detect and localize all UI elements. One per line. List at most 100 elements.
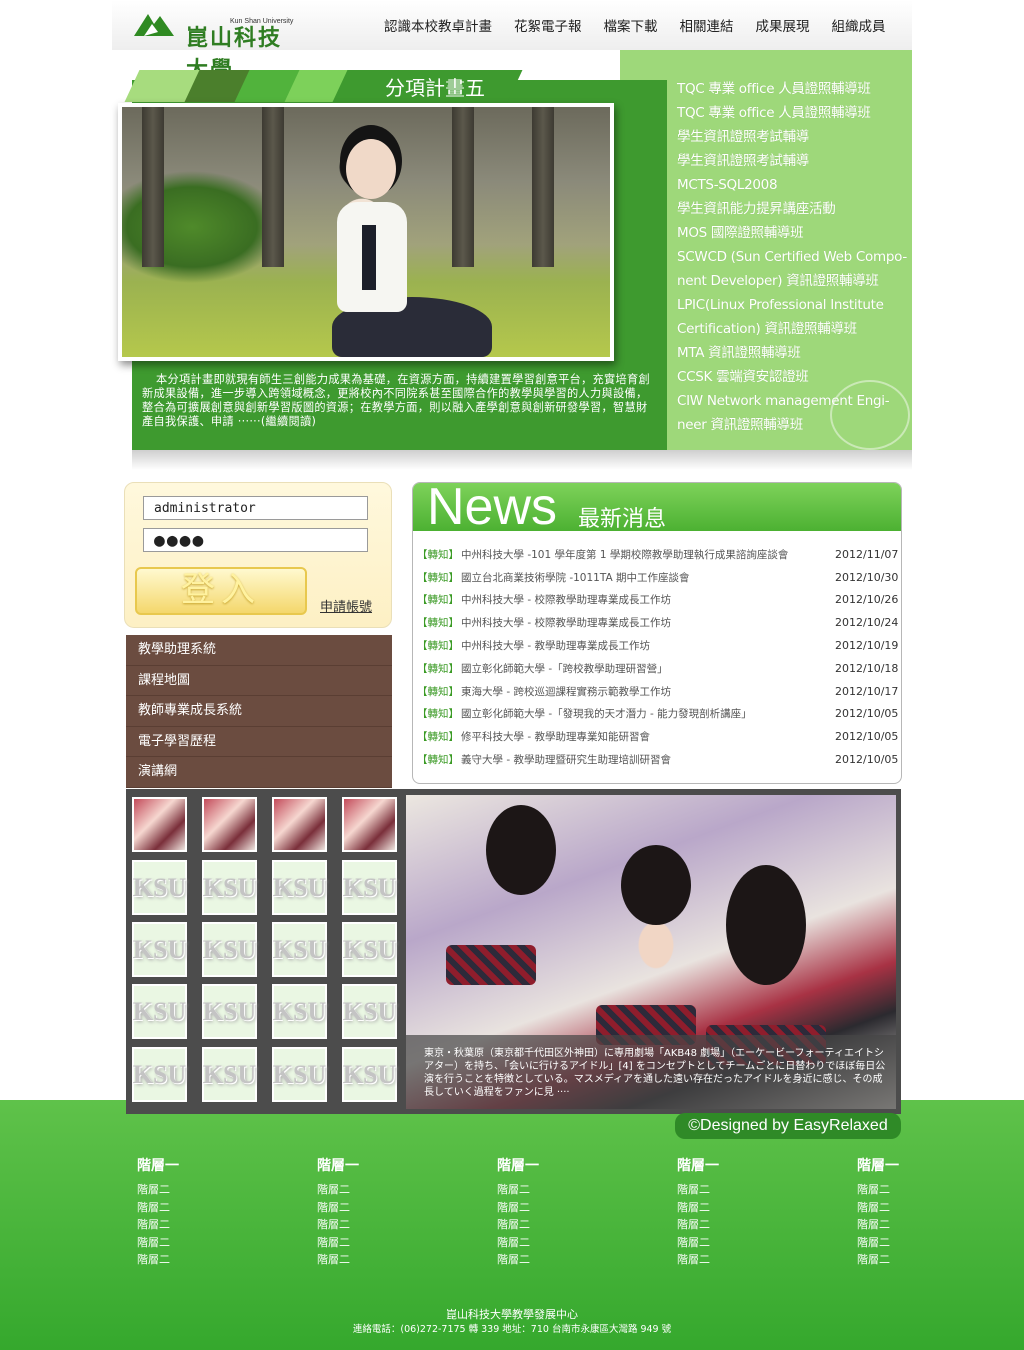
gallery-thumb[interactable]: KSU — [132, 1047, 187, 1102]
gallery-thumb[interactable] — [272, 797, 327, 852]
gallery-thumb[interactable]: KSU — [132, 922, 187, 977]
login-button[interactable]: 登入 — [135, 567, 307, 615]
footer-heading[interactable]: 階層一 — [317, 1155, 497, 1175]
news-title[interactable]: 國立台北商業技術學院 -1011TA 期中工作座談會 — [461, 570, 835, 585]
gallery-thumb[interactable]: KSU — [202, 860, 257, 915]
footer-link[interactable]: 階層二 — [857, 1234, 937, 1252]
footer-link[interactable]: 階層二 — [317, 1251, 497, 1269]
footer-link[interactable]: 階層二 — [497, 1199, 677, 1217]
hero-description[interactable]: 本分項計畫即就現有師生三創能力成果為基礎，在資源方面，持續建置學習創意平台，充實… — [142, 373, 654, 429]
gallery-thumb[interactable]: KSU — [202, 984, 257, 1039]
course-link[interactable]: MCTS-SQL2008 — [677, 173, 909, 197]
nav-item-results[interactable]: 成果展現 — [756, 15, 810, 35]
gallery-thumb[interactable]: KSU — [342, 1047, 397, 1102]
news-item[interactable]: 【轉知】 國立彰化師範大學 -「發現我的天才潛力 - 能力發現剖析講座」 201… — [417, 703, 898, 726]
footer-link[interactable]: 階層二 — [137, 1181, 317, 1199]
footer-link[interactable]: 階層二 — [677, 1181, 857, 1199]
course-link[interactable]: LPIC(Linux Professional Institute — [677, 293, 909, 317]
gallery-thumb[interactable]: KSU — [342, 922, 397, 977]
footer-link[interactable]: 階層二 — [137, 1234, 317, 1252]
news-item[interactable]: 【轉知】 義守大學 - 教學助理暨研究生助理培訓研習會 2012/10/05 — [417, 748, 898, 771]
side-menu-ta-system[interactable]: 教學助理系統 — [126, 635, 392, 666]
news-item[interactable]: 【轉知】 國立台北商業技術學院 -1011TA 期中工作座談會 2012/10/… — [417, 566, 898, 589]
news-title[interactable]: 中州科技大學 - 校際教學助理專業成長工作坊 — [461, 615, 835, 630]
news-title[interactable]: 東海大學 - 跨校巡迴課程實務示範教學工作坊 — [461, 684, 835, 699]
news-title[interactable]: 修平科技大學 - 教學助理專業知能研習會 — [461, 729, 835, 744]
news-title[interactable]: 國立彰化師範大學 -「發現我的天才潛力 - 能力發現剖析講座」 — [461, 706, 835, 721]
gallery-thumb[interactable] — [202, 797, 257, 852]
nav-item-newsletter[interactable]: 花絮電子報 — [514, 15, 582, 35]
gallery-thumb[interactable]: KSU — [132, 860, 187, 915]
news-item[interactable]: 【轉知】 中州科技大學 - 校際教學助理專業成長工作坊 2012/10/26 — [417, 589, 898, 612]
footer-link[interactable]: 階層二 — [317, 1234, 497, 1252]
footer-link[interactable]: 階層二 — [137, 1216, 317, 1234]
side-menu-eportfolio[interactable]: 電子學習歷程 — [126, 726, 392, 757]
footer-heading[interactable]: 階層一 — [857, 1155, 937, 1175]
course-link[interactable]: MTA 資訊證照輔導班 — [677, 341, 909, 365]
course-link[interactable]: 學生資訊證照考試輔導 — [677, 149, 909, 173]
news-item[interactable]: 【轉知】 中州科技大學 - 校際教學助理專業成長工作坊 2012/10/24 — [417, 611, 898, 634]
footer-link[interactable]: 階層二 — [857, 1181, 937, 1199]
news-item[interactable]: 【轉知】 國立彰化師範大學 -「跨校教學助理研習營」 2012/10/18 — [417, 657, 898, 680]
news-title[interactable]: 國立彰化師範大學 -「跨校教學助理研習營」 — [461, 661, 835, 676]
gallery-thumb[interactable]: KSU — [132, 984, 187, 1039]
gallery-thumb[interactable]: KSU — [342, 984, 397, 1039]
footer-link[interactable]: 階層二 — [497, 1251, 677, 1269]
nav-item-links[interactable]: 相關連結 — [680, 15, 734, 35]
gallery-thumb[interactable]: KSU — [272, 984, 327, 1039]
footer-link[interactable]: 階層二 — [497, 1216, 677, 1234]
gallery-thumb[interactable]: KSU — [342, 860, 397, 915]
side-menu-course-map[interactable]: 課程地圖 — [126, 665, 392, 696]
course-link[interactable]: TQC 專業 office 人員證照輔導班 — [677, 101, 909, 125]
footer-link[interactable]: 階層二 — [137, 1199, 317, 1217]
footer-link[interactable]: 階層二 — [857, 1216, 937, 1234]
course-link[interactable]: 學生資訊能力提昇講座活動 — [677, 197, 909, 221]
password-input[interactable] — [143, 528, 368, 552]
footer-link[interactable]: 階層二 — [317, 1216, 497, 1234]
footer-link[interactable]: 階層二 — [497, 1181, 677, 1199]
footer-link[interactable]: 階層二 — [317, 1181, 497, 1199]
footer-heading[interactable]: 階層一 — [677, 1155, 857, 1175]
course-link[interactable]: Certification) 資訊證照輔導班 — [677, 317, 909, 341]
course-link[interactable]: TQC 專業 office 人員證照輔導班 — [677, 77, 909, 101]
gallery-thumb[interactable]: KSU — [272, 1047, 327, 1102]
gallery-main-photo[interactable]: 東京・秋葉原（東京都千代田区外神田）に専用劇場「AKB48 劇場」（エーケービー… — [406, 795, 896, 1109]
course-link[interactable]: 學生資訊證照考試輔導 — [677, 125, 909, 149]
news-title[interactable]: 中州科技大學 -101 學年度第 1 學期校際教學助理執行成果諮詢座談會 — [461, 547, 835, 562]
gallery-thumb[interactable]: KSU — [272, 860, 327, 915]
nav-item-downloads[interactable]: 檔案下載 — [604, 15, 658, 35]
university-logo[interactable]: 崑山科技大學 Kun Shan University — [130, 6, 300, 83]
username-input[interactable] — [143, 496, 368, 520]
footer-link[interactable]: 階層二 — [137, 1251, 317, 1269]
course-link[interactable]: SCWCD (Sun Certified Web Compo- — [677, 245, 909, 269]
footer-link[interactable]: 階層二 — [677, 1234, 857, 1252]
footer-link[interactable]: 階層二 — [857, 1251, 937, 1269]
news-title[interactable]: 義守大學 - 教學助理暨研究生助理培訓研習會 — [461, 752, 835, 767]
footer-link[interactable]: 階層二 — [677, 1251, 857, 1269]
news-title[interactable]: 中州科技大學 - 校際教學助理專業成長工作坊 — [461, 592, 835, 607]
nav-item-program[interactable]: 認識本校教卓計畫 — [384, 15, 492, 35]
footer-link[interactable]: 階層二 — [857, 1199, 937, 1217]
course-link[interactable]: nent Developer) 資訊證照輔導班 — [677, 269, 909, 293]
footer-link[interactable]: 階層二 — [677, 1199, 857, 1217]
news-item[interactable]: 【轉知】 東海大學 - 跨校巡迴課程實務示範教學工作坊 2012/10/17 — [417, 680, 898, 703]
news-title[interactable]: 中州科技大學 - 教學助理專業成長工作坊 — [461, 638, 835, 653]
news-item[interactable]: 【轉知】 中州科技大學 -101 學年度第 1 學期校際教學助理執行成果諮詢座談… — [417, 543, 898, 566]
gallery-thumb[interactable]: KSU — [202, 922, 257, 977]
gallery-thumb[interactable]: KSU — [272, 922, 327, 977]
apply-account-link[interactable]: 申請帳號 — [320, 596, 372, 615]
footer-link[interactable]: 階層二 — [677, 1216, 857, 1234]
gallery-thumb[interactable] — [342, 797, 397, 852]
footer-heading[interactable]: 階層一 — [137, 1155, 317, 1175]
footer-heading[interactable]: 階層一 — [497, 1155, 677, 1175]
side-menu-lectures[interactable]: 演講網 — [126, 757, 392, 788]
gallery-thumb[interactable] — [132, 797, 187, 852]
nav-item-members[interactable]: 組織成員 — [832, 15, 886, 35]
footer-link[interactable]: 階層二 — [317, 1199, 497, 1217]
gallery-thumb[interactable]: KSU — [202, 1047, 257, 1102]
footer-link[interactable]: 階層二 — [497, 1234, 677, 1252]
news-item[interactable]: 【轉知】 修平科技大學 - 教學助理專業知能研習會 2012/10/05 — [417, 725, 898, 748]
news-item[interactable]: 【轉知】 中州科技大學 - 教學助理專業成長工作坊 2012/10/19 — [417, 634, 898, 657]
course-link[interactable]: MOS 國際證照輔導班 — [677, 221, 909, 245]
side-menu-teacher-growth[interactable]: 教師專業成長系統 — [126, 696, 392, 727]
